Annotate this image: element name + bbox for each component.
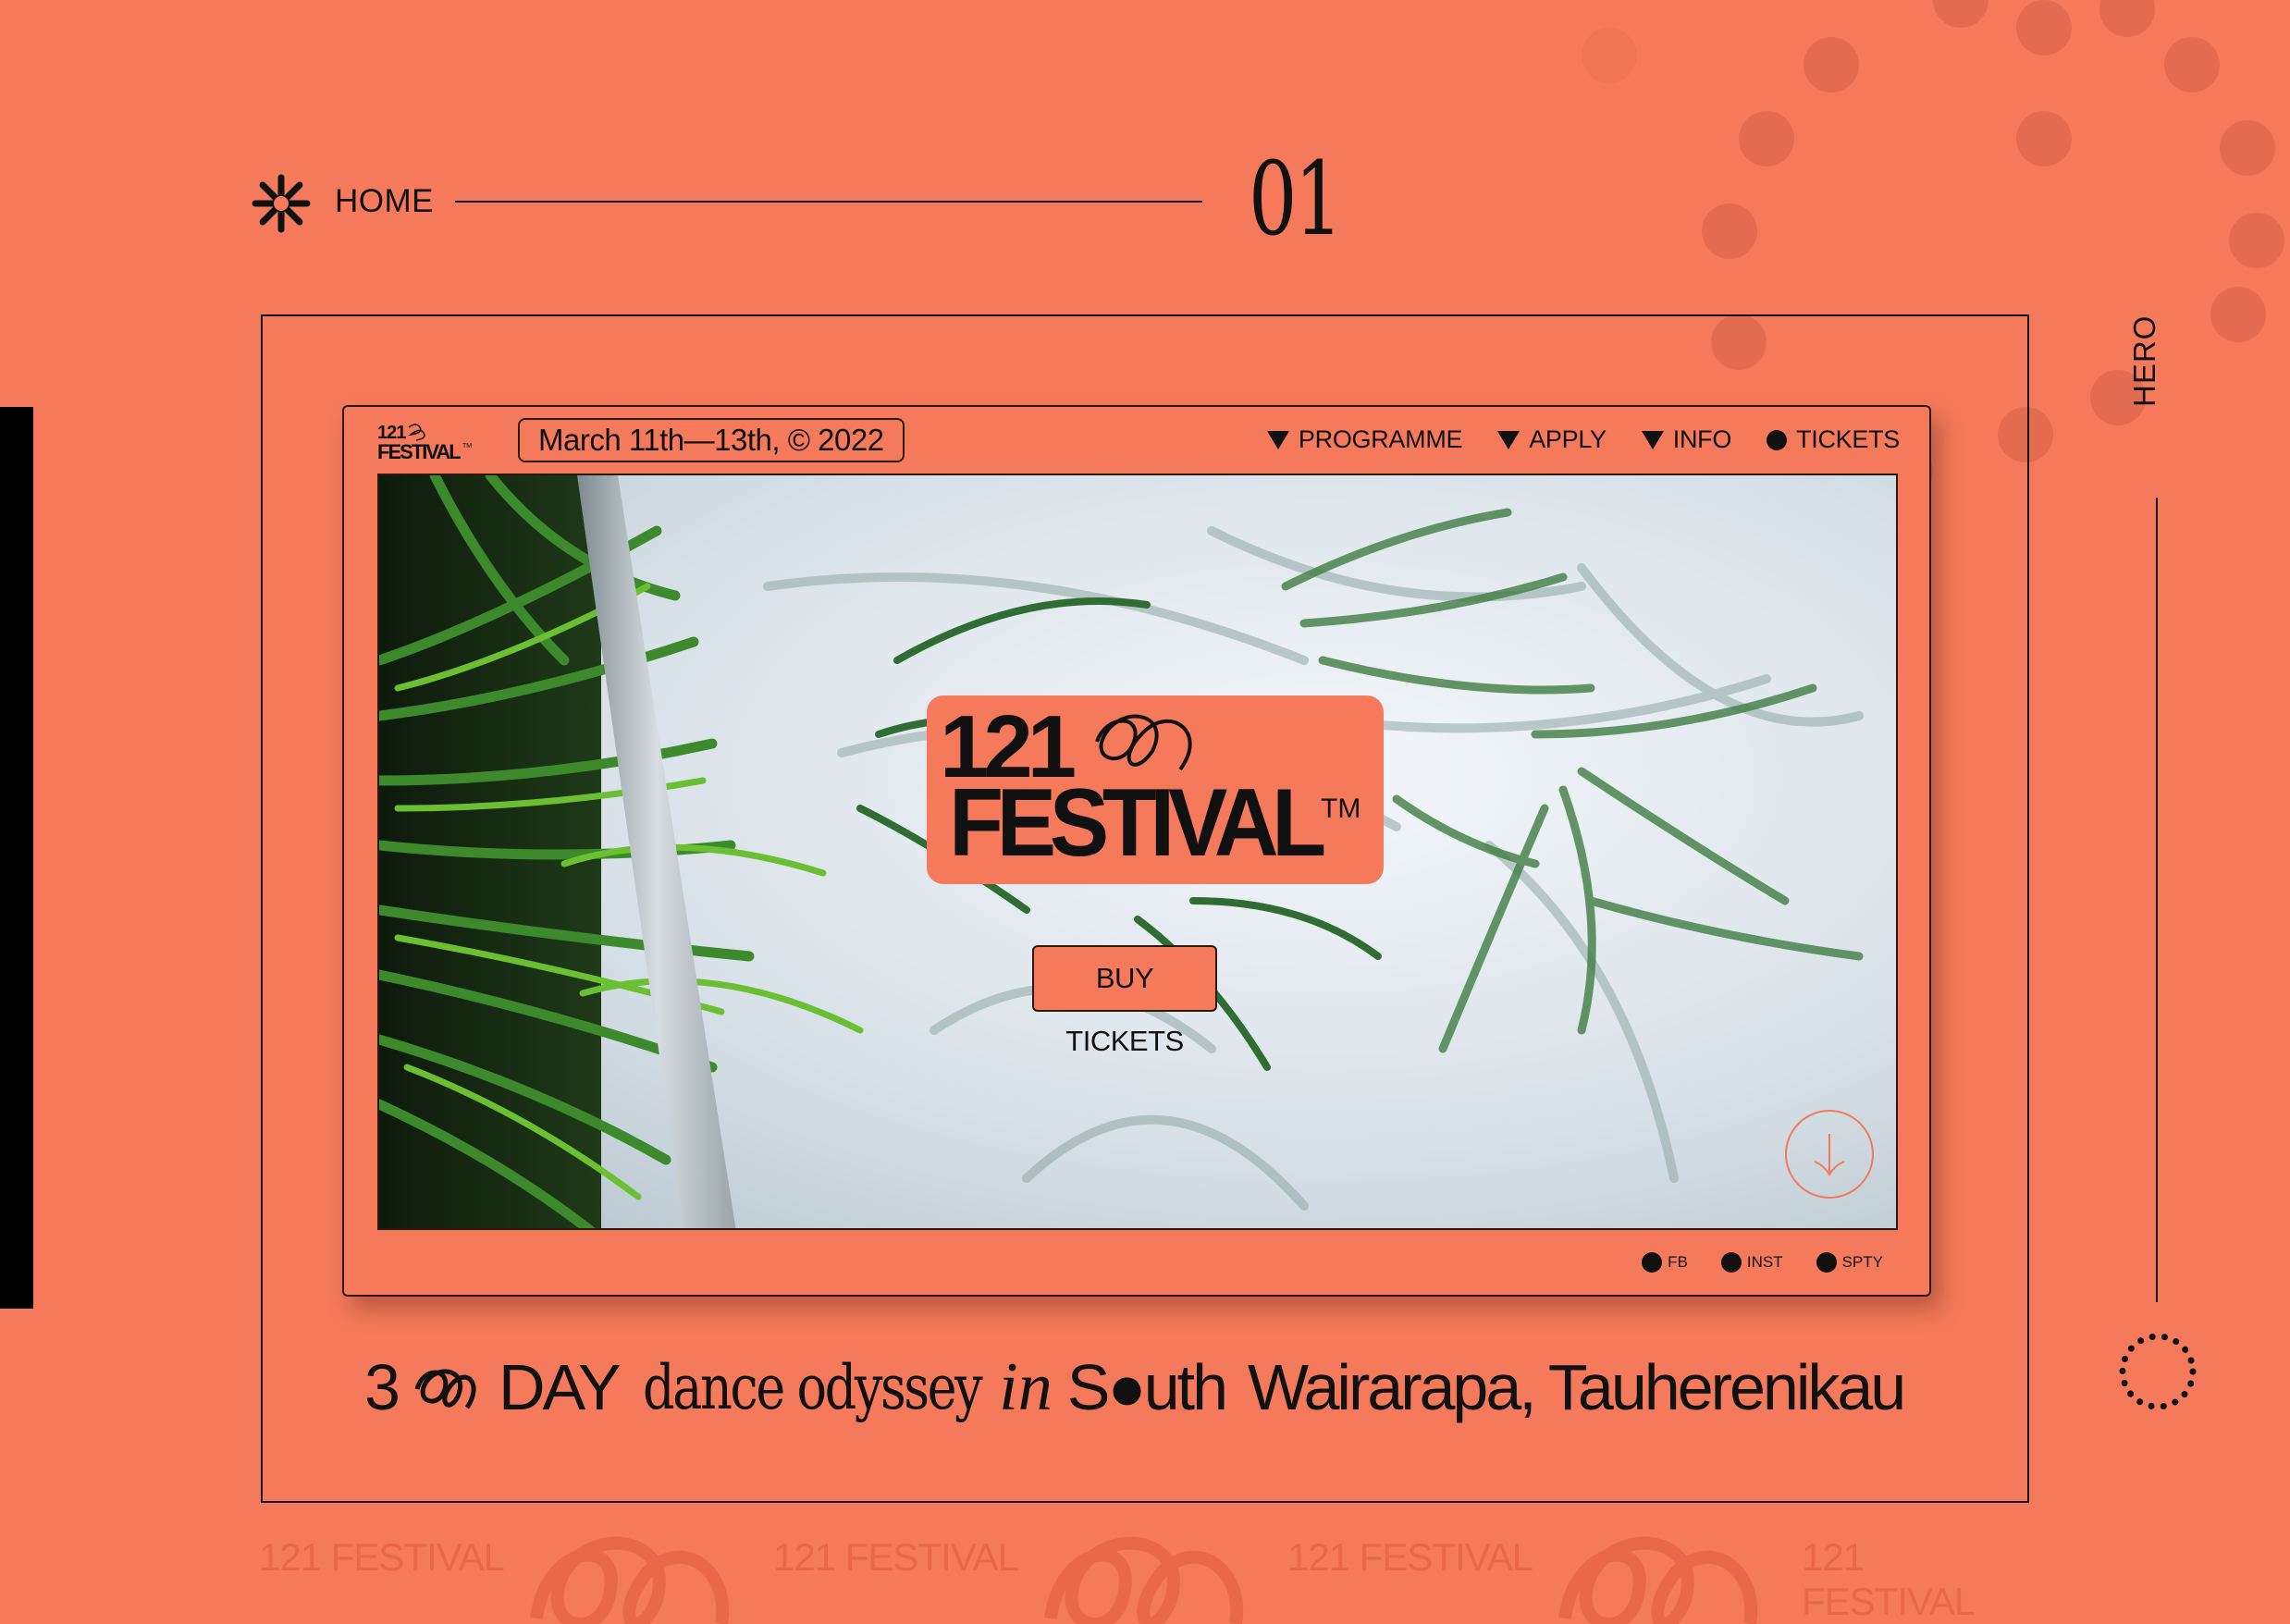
social-links: FB INST SPTY — [1642, 1252, 1883, 1273]
social-link-facebook[interactable]: FB — [1642, 1252, 1688, 1273]
tagline-location: Wairarapa, Tauherenikau — [1248, 1351, 1906, 1423]
svg-text:FESTIVAL: FESTIVAL — [377, 440, 461, 462]
menu-item-label: TICKETS — [1796, 425, 1900, 453]
watermark-text: 121 FESTIVAL — [1802, 1535, 1976, 1623]
festival-dates: March 11th—13th, © 2022 — [518, 418, 905, 462]
festival-hero-logo: 121 FESTIVAL TM — [927, 695, 1384, 884]
social-label: FB — [1668, 1253, 1688, 1271]
hero-image: 121 FESTIVAL TM BUY TICKETS — [377, 474, 1898, 1230]
squiggle-icon — [414, 1369, 476, 1409]
left-accent-bar — [0, 407, 33, 1309]
section-label: HERO — [2127, 314, 2161, 407]
tagline-day: DAY — [498, 1351, 622, 1423]
logo-word: FESTIVAL — [949, 769, 1326, 877]
watermark-footer: 121 FESTIVAL 121 FESTIVAL 121 FESTIVAL 1… — [259, 1517, 2035, 1624]
asterisk-icon — [252, 174, 311, 233]
watermark-text: 121 FESTIVAL — [259, 1535, 505, 1579]
buy-tickets-button[interactable]: BUY TICKETS — [1032, 945, 1217, 1057]
squiggle-icon — [1558, 1536, 1758, 1624]
social-label: INST — [1746, 1253, 1783, 1271]
dotted-circle-icon — [2119, 1333, 2197, 1410]
squiggle-icon — [1044, 1536, 1244, 1624]
dot-icon — [1816, 1252, 1837, 1273]
tagline-south: S●uth — [1066, 1351, 1228, 1423]
site-menu: PROGRAMME APPLY INFO TICKETS — [1266, 425, 1900, 454]
tagline-in: in — [999, 1348, 1053, 1425]
triangle-down-icon — [1266, 430, 1289, 449]
tagline-number: 3 — [364, 1351, 400, 1423]
website-preview: 121 FESTIVAL TM March 11th—13th, © 2022 … — [342, 405, 1931, 1297]
menu-item-info[interactable]: INFO — [1641, 425, 1732, 454]
menu-item-label: APPLY — [1529, 425, 1607, 453]
tagline-dance-odyssey: dance odyssey — [642, 1351, 983, 1423]
menu-item-tickets[interactable]: TICKETS — [1767, 425, 1900, 454]
festival-tagline: 3 DAY dance odyssey in S●uth Wairarapa, … — [364, 1341, 1937, 1433]
dot-icon — [1642, 1252, 1663, 1273]
watermark-text: 121 FESTIVAL — [773, 1535, 1019, 1579]
dot-icon — [1767, 429, 1788, 450]
home-link[interactable]: HOME — [335, 183, 434, 220]
festival-mini-logo[interactable]: 121 FESTIVAL TM — [377, 420, 479, 462]
triangle-down-icon — [1641, 430, 1664, 449]
trademark-symbol: TM — [1321, 794, 1361, 824]
menu-item-label: PROGRAMME — [1298, 425, 1463, 453]
dot-icon — [1720, 1252, 1742, 1273]
scroll-down-arrow-icon[interactable] — [1783, 1108, 1876, 1200]
menu-item-apply[interactable]: APPLY — [1497, 425, 1607, 454]
triangle-down-icon — [1497, 430, 1521, 449]
svg-text:TM: TM — [462, 443, 472, 449]
social-link-instagram[interactable]: INST — [1720, 1252, 1783, 1273]
vertical-divider — [2156, 498, 2158, 1302]
social-link-spotify[interactable]: SPTY — [1816, 1252, 1883, 1273]
page-number: 01 — [1249, 140, 1343, 258]
social-label: SPTY — [1841, 1253, 1883, 1271]
watermark-text: 121 FESTIVAL — [1287, 1535, 1533, 1579]
menu-item-programme[interactable]: PROGRAMME — [1266, 425, 1463, 454]
menu-item-label: INFO — [1672, 425, 1732, 453]
squiggle-icon — [530, 1536, 730, 1624]
divider-line — [455, 201, 1202, 203]
top-navigation: HOME 01 — [252, 148, 1343, 250]
